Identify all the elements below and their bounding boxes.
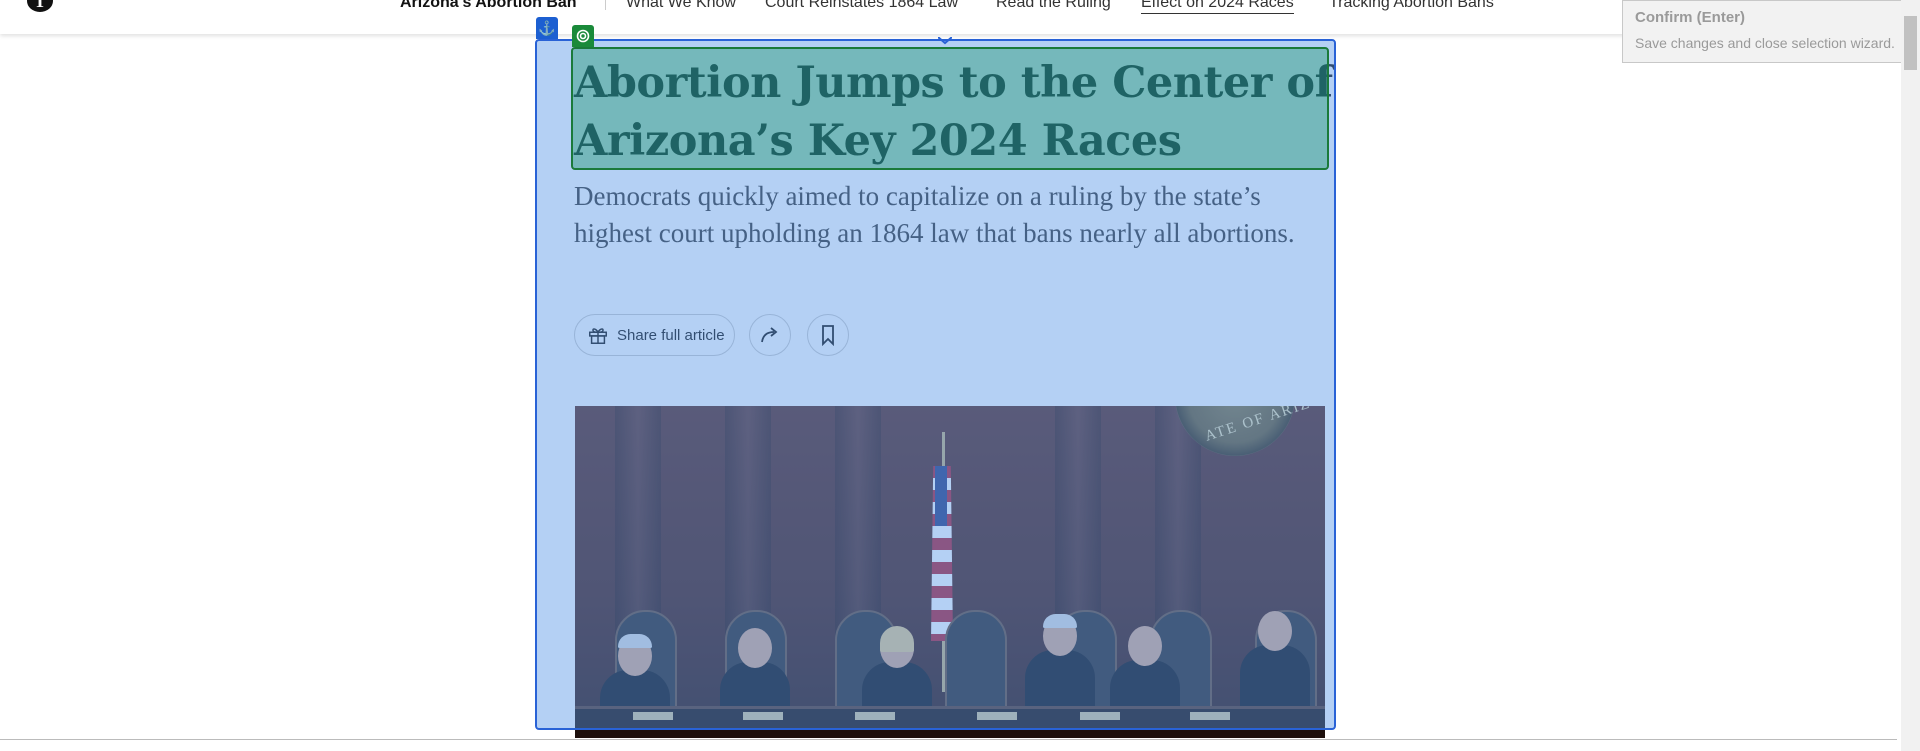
- tooltip-description: Save changes and close selection wizard.: [1635, 35, 1895, 51]
- vertical-scrollbar[interactable]: [1901, 0, 1920, 751]
- target-icon[interactable]: [572, 25, 594, 47]
- nav-section-title[interactable]: Arizona's Abortion Ban: [400, 0, 577, 12]
- selected-element-highlight: [571, 47, 1329, 170]
- scrollbar-thumb[interactable]: [1904, 16, 1917, 70]
- nav-link-effect-2024-races[interactable]: Effect on 2024 Races: [1141, 0, 1294, 14]
- nav-link-tracking-bans[interactable]: Tracking Abortion Bans: [1329, 0, 1494, 12]
- confirm-tooltip: Confirm (Enter) Save changes and close s…: [1622, 0, 1907, 63]
- nav-link-what-we-know[interactable]: What We Know: [626, 0, 736, 12]
- nyt-logo[interactable]: T: [27, 0, 53, 12]
- nav-link-court-reinstates[interactable]: Court Reinstates 1864 Law: [765, 0, 958, 12]
- anchor-icon[interactable]: ⚓: [536, 17, 558, 39]
- tooltip-title: Confirm (Enter): [1635, 9, 1745, 26]
- nav-link-read-ruling[interactable]: Read the Ruling: [996, 0, 1111, 12]
- nav-divider: [605, 0, 606, 10]
- selection-caret-icon: [938, 37, 952, 45]
- page-divider: [0, 739, 1897, 740]
- top-nav: T Arizona's Abortion Ban What We Know Co…: [0, 0, 1897, 34]
